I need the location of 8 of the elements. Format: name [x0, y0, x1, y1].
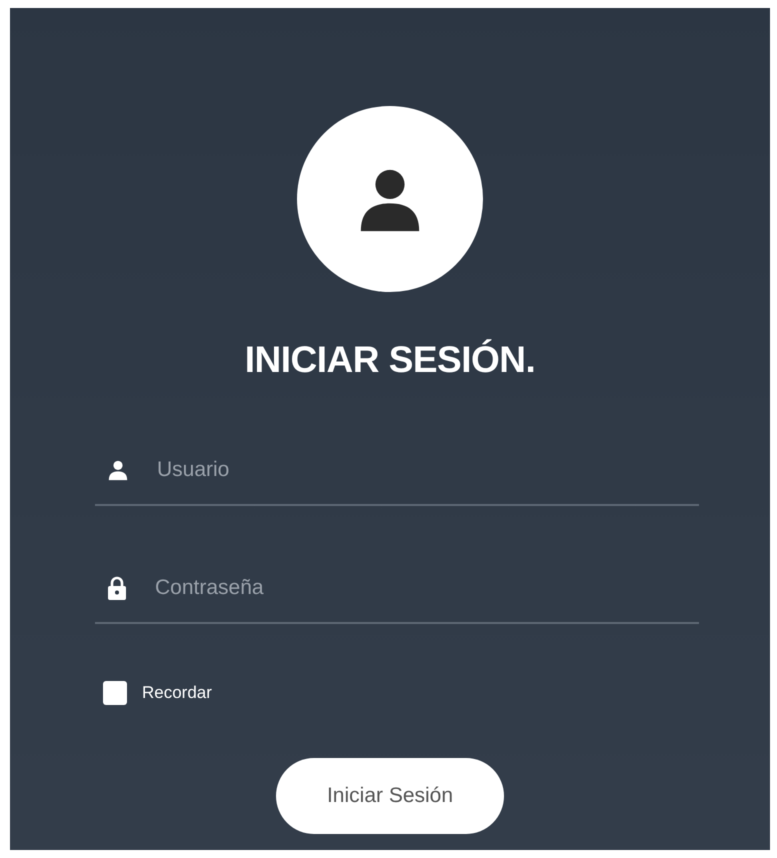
login-title: INICIAR SESIÓN.: [244, 338, 536, 382]
user-icon: [107, 459, 129, 481]
input-field[interactable]: Contraseña: [155, 572, 699, 604]
remember-label: Recordar: [142, 682, 212, 704]
login-button[interactable]: Iniciar Sesión: [276, 758, 504, 834]
remember-checkbox[interactable]: [103, 680, 127, 705]
input-field[interactable]: Usuario: [157, 454, 699, 486]
lock-icon: [107, 576, 127, 600]
